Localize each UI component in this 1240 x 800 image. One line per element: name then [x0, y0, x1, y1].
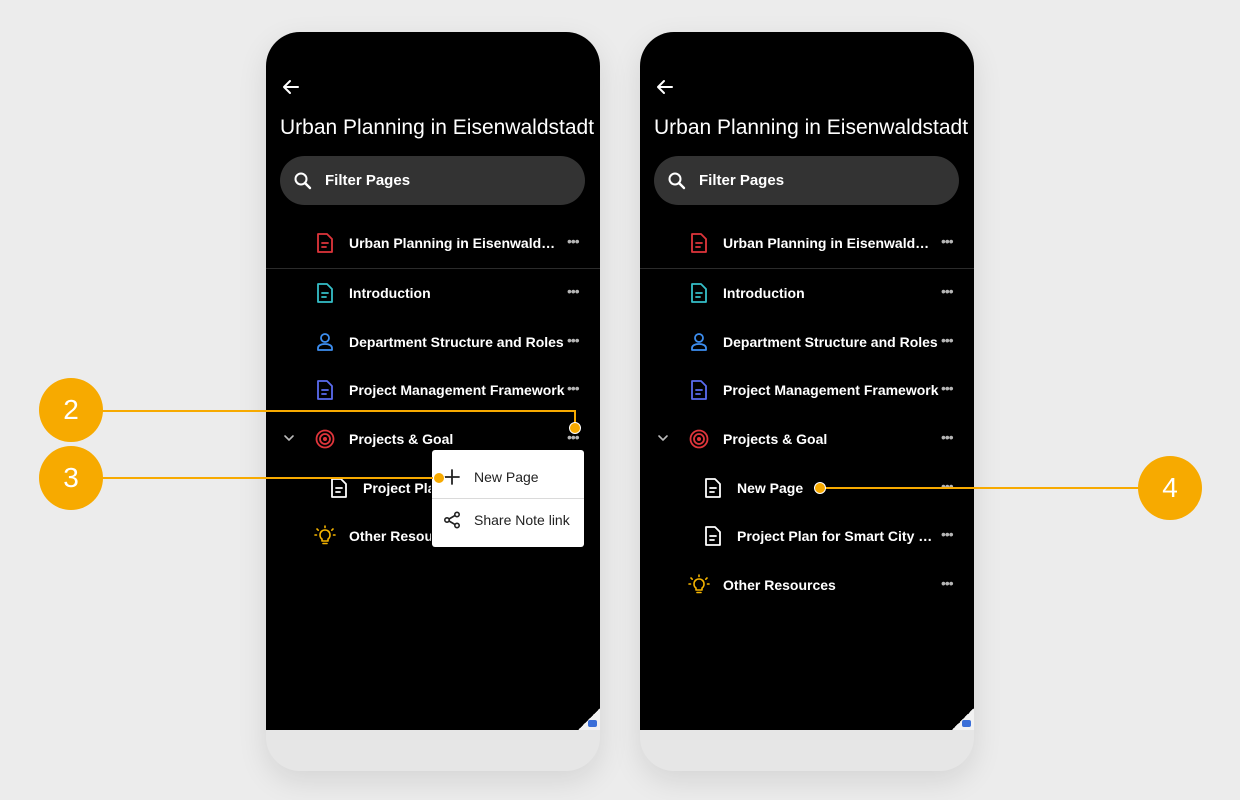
page-item-project-management[interactable]: Project Management Framework ••• — [266, 371, 600, 411]
menu-item-label: New Page — [474, 469, 539, 485]
callout-connector — [100, 410, 575, 412]
callout-anchor-dot — [433, 472, 445, 484]
context-menu: New Page Share Note link — [432, 450, 584, 547]
page-item-other-resources[interactable]: Other Resources ••• — [640, 566, 974, 606]
page-item-label: Urban Planning in Eisenwaldstadt — [723, 235, 933, 251]
document-blue-icon — [691, 380, 707, 400]
search-placeholder: Filter Pages — [325, 172, 411, 189]
page-title: Urban Planning in Eisenwaldstadt — [654, 116, 969, 139]
filter-pages-search[interactable]: Filter Pages — [654, 156, 959, 205]
callout-anchor-dot — [814, 482, 826, 494]
page-item-label: Projects & Goal — [723, 431, 828, 447]
callout-badge-2: 2 — [39, 378, 103, 442]
more-options-icon[interactable]: ••• — [941, 526, 954, 542]
back-arrow-icon[interactable] — [655, 77, 675, 97]
document-red-icon — [317, 233, 333, 253]
share-icon — [443, 511, 461, 529]
callout-badge-3: 3 — [39, 446, 103, 510]
page-item-label: Project Plan for Smart City Initiative — [737, 528, 935, 544]
menu-item-label: Share Note link — [474, 512, 570, 528]
more-options-icon[interactable]: ••• — [567, 380, 580, 396]
more-options-icon[interactable]: ••• — [567, 233, 580, 249]
phone-screen-left: Urban Planning in Eisenwaldstadt Filter … — [266, 32, 600, 771]
page-item-urban-planning[interactable]: Urban Planning in Eisenwaldstadt ••• — [266, 224, 600, 264]
phone-screen-right: Urban Planning in Eisenwaldstadt Filter … — [640, 32, 974, 771]
document-blue-icon — [317, 380, 333, 400]
more-options-icon[interactable]: ••• — [941, 332, 954, 348]
page-item-project-management[interactable]: Project Management Framework ••• — [640, 371, 974, 411]
page-item-introduction[interactable]: Introduction ••• — [640, 274, 974, 314]
more-options-icon[interactable]: ••• — [941, 233, 954, 249]
filter-pages-search[interactable]: Filter Pages — [280, 156, 585, 205]
document-white-icon — [331, 478, 347, 498]
plus-icon — [444, 469, 460, 485]
more-options-icon[interactable]: ••• — [941, 283, 954, 299]
search-icon — [294, 172, 312, 190]
more-options-icon[interactable]: ••• — [567, 283, 580, 299]
page-item-new-page[interactable]: New Page ••• — [640, 469, 974, 509]
divider — [266, 268, 600, 269]
corner-badge — [962, 720, 971, 727]
person-icon — [691, 333, 707, 351]
document-white-icon — [705, 478, 721, 498]
target-icon — [315, 429, 335, 449]
search-placeholder: Filter Pages — [699, 172, 785, 189]
document-teal-icon — [317, 283, 333, 303]
target-icon — [689, 429, 709, 449]
document-red-icon — [691, 233, 707, 253]
page-item-introduction[interactable]: Introduction ••• — [266, 274, 600, 314]
more-options-icon[interactable]: ••• — [941, 429, 954, 445]
callout-anchor-dot — [569, 422, 581, 434]
callout-badge-4: 4 — [1138, 456, 1202, 520]
lightbulb-icon — [314, 525, 336, 545]
page-item-label: Introduction — [723, 285, 805, 301]
page-item-projects-goal[interactable]: Projects & Goal ••• — [640, 420, 974, 460]
page-item-urban-planning[interactable]: Urban Planning in Eisenwaldstadt ••• — [640, 224, 974, 264]
menu-item-share-note-link[interactable]: Share Note link — [432, 498, 584, 542]
page-item-department-structure[interactable]: Department Structure and Roles ••• — [640, 323, 974, 363]
back-arrow-icon[interactable] — [281, 77, 301, 97]
chevron-down-icon[interactable] — [282, 431, 296, 445]
more-options-icon[interactable]: ••• — [567, 332, 580, 348]
more-options-icon[interactable]: ••• — [941, 380, 954, 396]
search-icon — [668, 172, 686, 190]
page-item-label: Other Resources — [723, 577, 836, 593]
page-item-label: Projects & Goal — [349, 431, 454, 447]
page-item-label: Project Management Framework — [723, 382, 939, 398]
corner-badge — [588, 720, 597, 727]
page-item-department-structure[interactable]: Department Structure and Roles ••• — [266, 323, 600, 363]
divider — [640, 268, 974, 269]
person-icon — [317, 333, 333, 351]
more-options-icon[interactable]: ••• — [941, 575, 954, 591]
page-item-label: Other Resources — [349, 528, 431, 544]
page-item-project-plan[interactable]: Project Plan for Smart City Initiative •… — [640, 517, 974, 557]
document-teal-icon — [691, 283, 707, 303]
callout-connector — [820, 487, 1140, 489]
app-screen: Urban Planning in Eisenwaldstadt Filter … — [640, 32, 974, 730]
page-item-label: Department Structure and Roles — [349, 334, 564, 350]
page-title: Urban Planning in Eisenwaldstadt — [280, 116, 595, 139]
callout-connector — [100, 477, 438, 479]
page-item-label: Introduction — [349, 285, 431, 301]
chevron-down-icon[interactable] — [656, 431, 670, 445]
menu-item-new-page[interactable]: New Page — [432, 455, 584, 499]
page-item-label: Project Plan for Smart City Initiative — [363, 480, 431, 496]
lightbulb-icon — [688, 574, 710, 594]
app-screen: Urban Planning in Eisenwaldstadt Filter … — [266, 32, 600, 730]
page-item-label: Project Management Framework — [349, 382, 565, 398]
page-item-label: Urban Planning in Eisenwaldstadt — [349, 235, 559, 251]
document-white-icon — [705, 526, 721, 546]
page-item-label: Department Structure and Roles — [723, 334, 938, 350]
more-options-icon[interactable]: ••• — [941, 478, 954, 494]
